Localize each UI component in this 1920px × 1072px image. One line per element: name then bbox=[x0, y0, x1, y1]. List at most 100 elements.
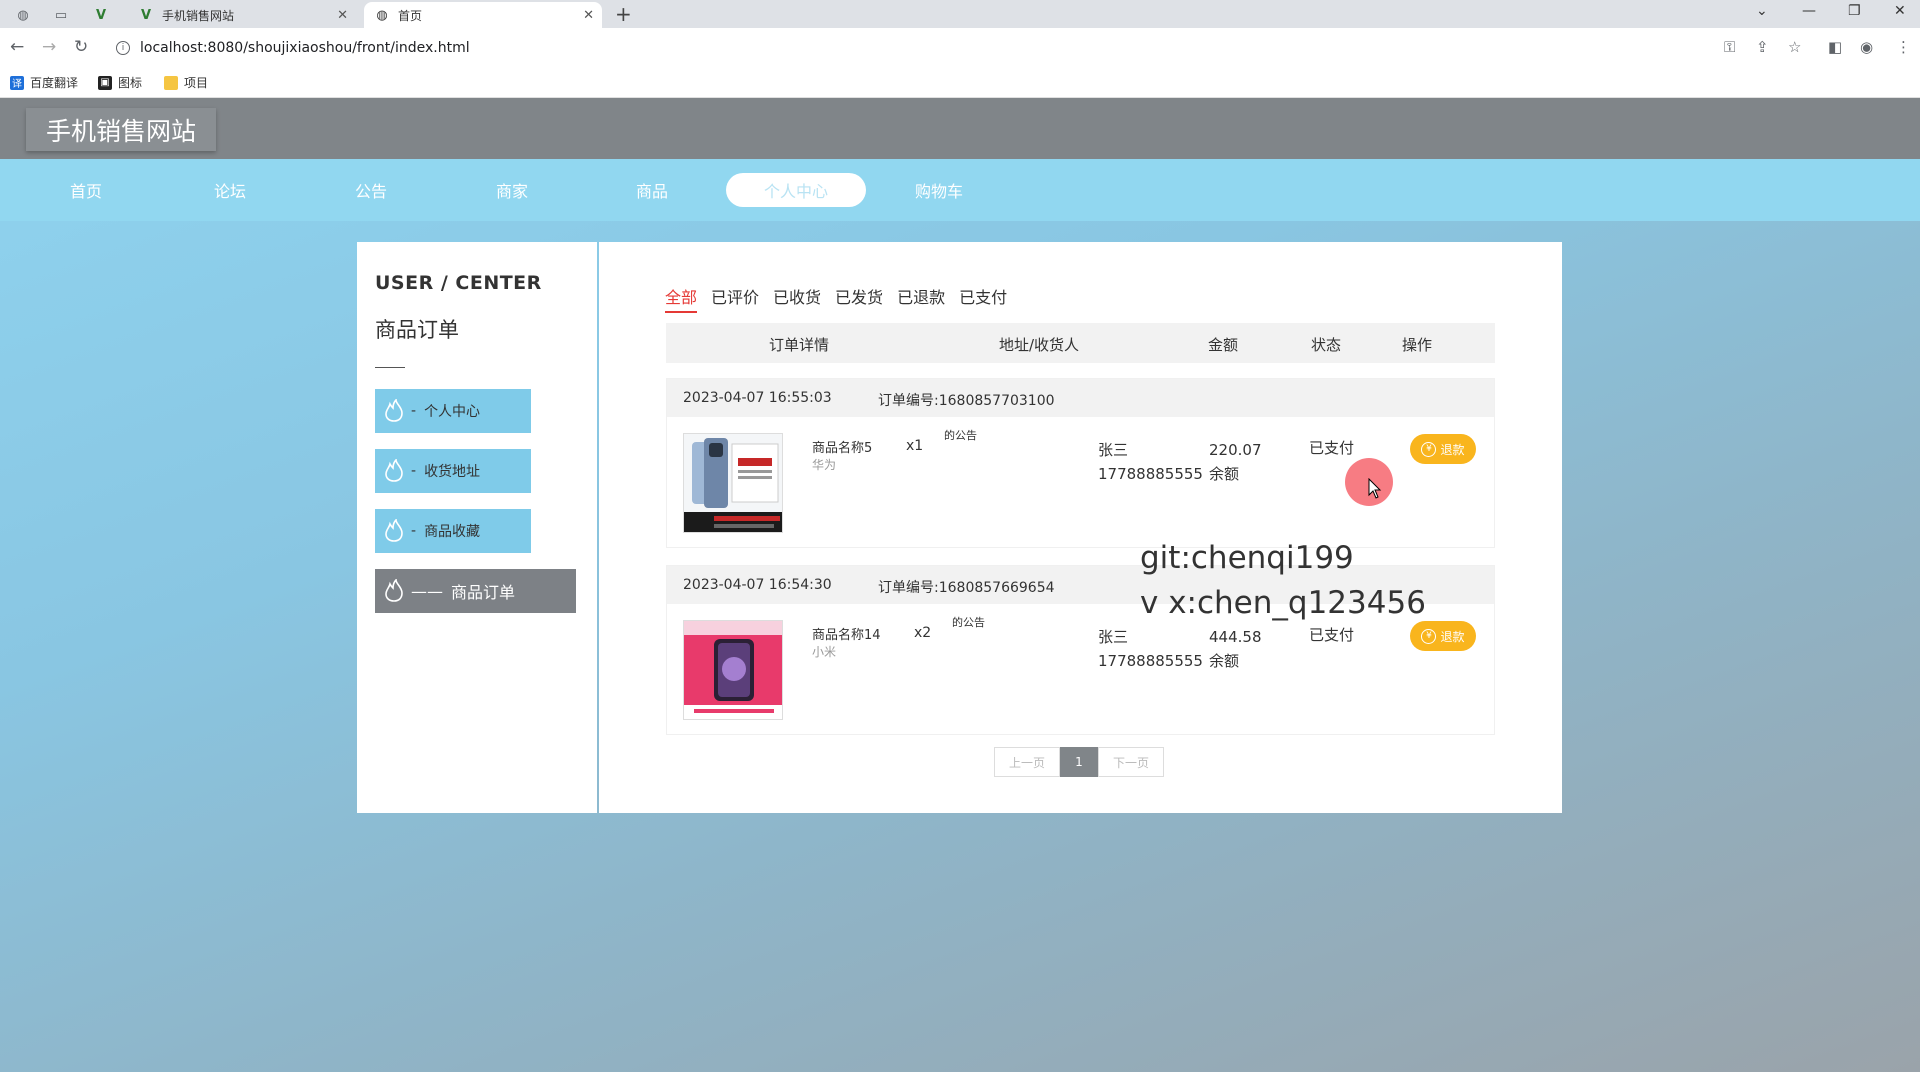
minimize-icon[interactable]: — bbox=[1802, 3, 1816, 19]
yen-icon: ¥ bbox=[1421, 628, 1437, 644]
amount-value: 220.07 bbox=[1209, 441, 1262, 459]
item-dash: - bbox=[411, 523, 417, 539]
refund-label: 退款 bbox=[1440, 629, 1465, 644]
sidebar-item-label: 商品收藏 bbox=[424, 524, 481, 540]
item-dash: - bbox=[411, 463, 417, 479]
nav-forum[interactable]: 论坛 bbox=[214, 159, 246, 221]
bookmark-label: 项目 bbox=[184, 76, 209, 90]
side-panel-icon[interactable]: ◧ bbox=[1828, 38, 1842, 56]
star-icon[interactable]: ☆ bbox=[1788, 38, 1801, 56]
pagination: 上一页 1 下一页 bbox=[994, 747, 1164, 777]
blank-tab-icon[interactable]: ▭ bbox=[48, 4, 74, 26]
order-header: 2023-04-07 16:55:03 订单编号:1680857703100 bbox=[667, 379, 1494, 417]
receiver-info: 张三 17788885555 bbox=[1098, 625, 1203, 673]
profile-icon[interactable]: ◉ bbox=[1860, 38, 1873, 56]
order-amount: 220.07 余额 bbox=[1209, 438, 1262, 486]
tab-all[interactable]: 全部 bbox=[665, 284, 698, 313]
receiver-name: 张三 bbox=[1098, 628, 1129, 646]
tab-refunded[interactable]: 已退款 bbox=[897, 284, 945, 313]
receiver-phone: 17788885555 bbox=[1098, 652, 1203, 670]
refund-button[interactable]: ¥ 退款 bbox=[1410, 434, 1476, 464]
tab-reviewed[interactable]: 已评价 bbox=[711, 284, 759, 313]
key-icon[interactable]: ⚿ bbox=[1724, 38, 1735, 56]
item-dash: —— bbox=[411, 581, 443, 601]
product-quantity: x1 bbox=[906, 438, 924, 454]
reload-icon[interactable]: ↻ bbox=[74, 37, 88, 57]
browser-tab-strip: ◍ ▭ V V 手机销售网站 ✕ ◍ 首页 ✕ + ⌄ — ❐ ✕ bbox=[0, 0, 1920, 28]
globe-icon[interactable]: ◍ bbox=[10, 4, 36, 26]
receiver-name: 张三 bbox=[1098, 441, 1129, 459]
browser-tab-inactive[interactable]: V 手机销售网站 ✕ bbox=[128, 2, 356, 28]
order-status: 已支付 bbox=[1309, 439, 1355, 457]
new-tab-button[interactable]: + bbox=[615, 2, 632, 26]
tab-title: 首页 bbox=[398, 8, 423, 23]
tab-shipped[interactable]: 已发货 bbox=[835, 284, 883, 313]
product-thumbnail[interactable] bbox=[683, 433, 783, 533]
next-page-button[interactable]: 下一页 bbox=[1098, 747, 1164, 777]
forward-arrow-icon[interactable]: → bbox=[42, 37, 56, 57]
refund-button[interactable]: ¥ 退款 bbox=[1410, 621, 1476, 651]
translate-icon: 译 bbox=[10, 75, 24, 90]
sidebar-item-profile[interactable]: - 个人中心 bbox=[375, 389, 531, 433]
nav-cart[interactable]: 购物车 bbox=[915, 159, 963, 221]
amount-value: 444.58 bbox=[1209, 628, 1262, 646]
sidebar-item-address[interactable]: - 收货地址 bbox=[375, 449, 531, 493]
column-header: 状态 bbox=[1311, 336, 1342, 354]
product-quantity: x2 bbox=[914, 625, 932, 641]
pay-method: 余额 bbox=[1209, 652, 1240, 670]
address-toolbar: ← → ↻ i localhost:8080/shoujixiaoshou/fr… bbox=[0, 28, 1920, 68]
site-header: 手机销售网站 bbox=[0, 98, 1920, 159]
main-nav: 首页 论坛 公告 商家 商品 个人中心 购物车 bbox=[0, 159, 1920, 221]
order-number: 订单编号:1680857703100 bbox=[878, 393, 1055, 409]
sidebar-subtitle: 商品订单 bbox=[375, 318, 459, 342]
tab-title: 手机销售网站 bbox=[162, 8, 235, 23]
bookmark-label: 图标 bbox=[118, 76, 143, 90]
url-bar[interactable]: i localhost:8080/shoujixiaoshou/front/in… bbox=[108, 33, 1808, 63]
nav-user-center[interactable]: 个人中心 bbox=[726, 173, 866, 207]
menu-dots-icon[interactable]: ⋮ bbox=[1896, 38, 1911, 56]
sidebar-item-favorites[interactable]: - 商品收藏 bbox=[375, 509, 531, 553]
orders-panel: 全部 已评价 已收货 已发货 已退款 已支付 订单详情 地址/收货人 金额 状态… bbox=[599, 242, 1562, 813]
close-icon[interactable]: ✕ bbox=[337, 8, 348, 23]
bookmark-project[interactable]: 项目 bbox=[164, 74, 208, 91]
flame-icon bbox=[385, 459, 403, 482]
close-icon[interactable]: ✕ bbox=[583, 8, 594, 23]
order-amount: 444.58 余额 bbox=[1209, 625, 1262, 673]
bookmark-icons[interactable]: ▣ 图标 bbox=[98, 74, 142, 91]
chevron-down-icon[interactable]: ⌄ bbox=[1756, 3, 1768, 19]
tab-received[interactable]: 已收货 bbox=[773, 284, 821, 313]
nav-home[interactable]: 首页 bbox=[70, 159, 102, 221]
product-name[interactable]: 商品名称5 bbox=[812, 437, 872, 456]
tab-paid[interactable]: 已支付 bbox=[959, 284, 1007, 313]
restore-icon[interactable]: ❐ bbox=[1848, 3, 1861, 19]
url-text: localhost:8080/shoujixiaoshou/front/inde… bbox=[140, 40, 470, 56]
sidebar-item-orders[interactable]: —— 商品订单 bbox=[375, 569, 576, 613]
flame-icon bbox=[385, 579, 403, 602]
nav-notice[interactable]: 公告 bbox=[355, 159, 387, 221]
phone-product-image bbox=[684, 434, 782, 532]
window-close-icon[interactable]: ✕ bbox=[1894, 3, 1906, 19]
product-thumbnail[interactable] bbox=[683, 620, 783, 720]
page-number[interactable]: 1 bbox=[1060, 747, 1098, 777]
globe-icon: ◍ bbox=[376, 7, 388, 23]
order-number: 订单编号:1680857669654 bbox=[878, 580, 1055, 596]
flame-icon bbox=[385, 519, 403, 542]
column-header: 金额 bbox=[1208, 336, 1239, 354]
back-arrow-icon[interactable]: ← bbox=[10, 37, 24, 57]
column-header: 地址/收货人 bbox=[999, 336, 1080, 354]
browser-tab-active[interactable]: ◍ 首页 ✕ bbox=[364, 2, 602, 28]
bookmarks-bar: 译 百度翻译 ▣ 图标 项目 bbox=[0, 68, 1920, 98]
site-logo[interactable]: 手机销售网站 bbox=[26, 108, 217, 151]
info-icon[interactable]: i bbox=[116, 41, 130, 55]
sidebar-item-label: 个人中心 bbox=[424, 404, 481, 420]
bookmark-baidu-translate[interactable]: 译 百度翻译 bbox=[10, 74, 78, 91]
product-name[interactable]: 商品名称14 bbox=[812, 624, 881, 643]
nav-merchant[interactable]: 商家 bbox=[496, 159, 528, 221]
share-icon[interactable]: ⇪ bbox=[1756, 38, 1769, 56]
divider bbox=[375, 367, 405, 368]
nav-products[interactable]: 商品 bbox=[636, 159, 668, 221]
page: 手机销售网站 首页 论坛 公告 商家 商品 个人中心 购物车 USER / CE… bbox=[0, 98, 1920, 1072]
prev-page-button[interactable]: 上一页 bbox=[994, 747, 1060, 777]
vue-tab-icon[interactable]: V bbox=[88, 4, 114, 26]
bookmark-label: 百度翻译 bbox=[30, 76, 79, 90]
